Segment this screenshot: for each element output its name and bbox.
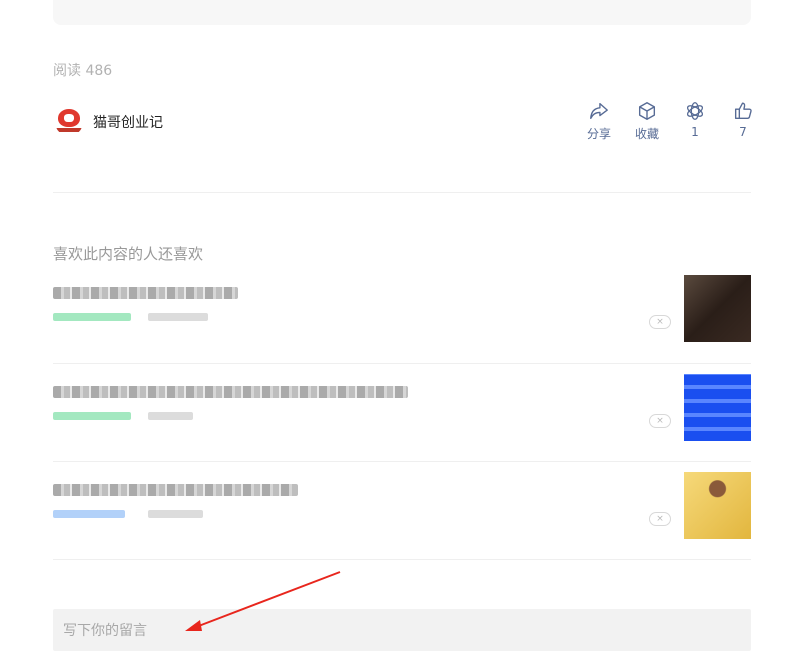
annotation-arrow-icon <box>185 571 341 631</box>
